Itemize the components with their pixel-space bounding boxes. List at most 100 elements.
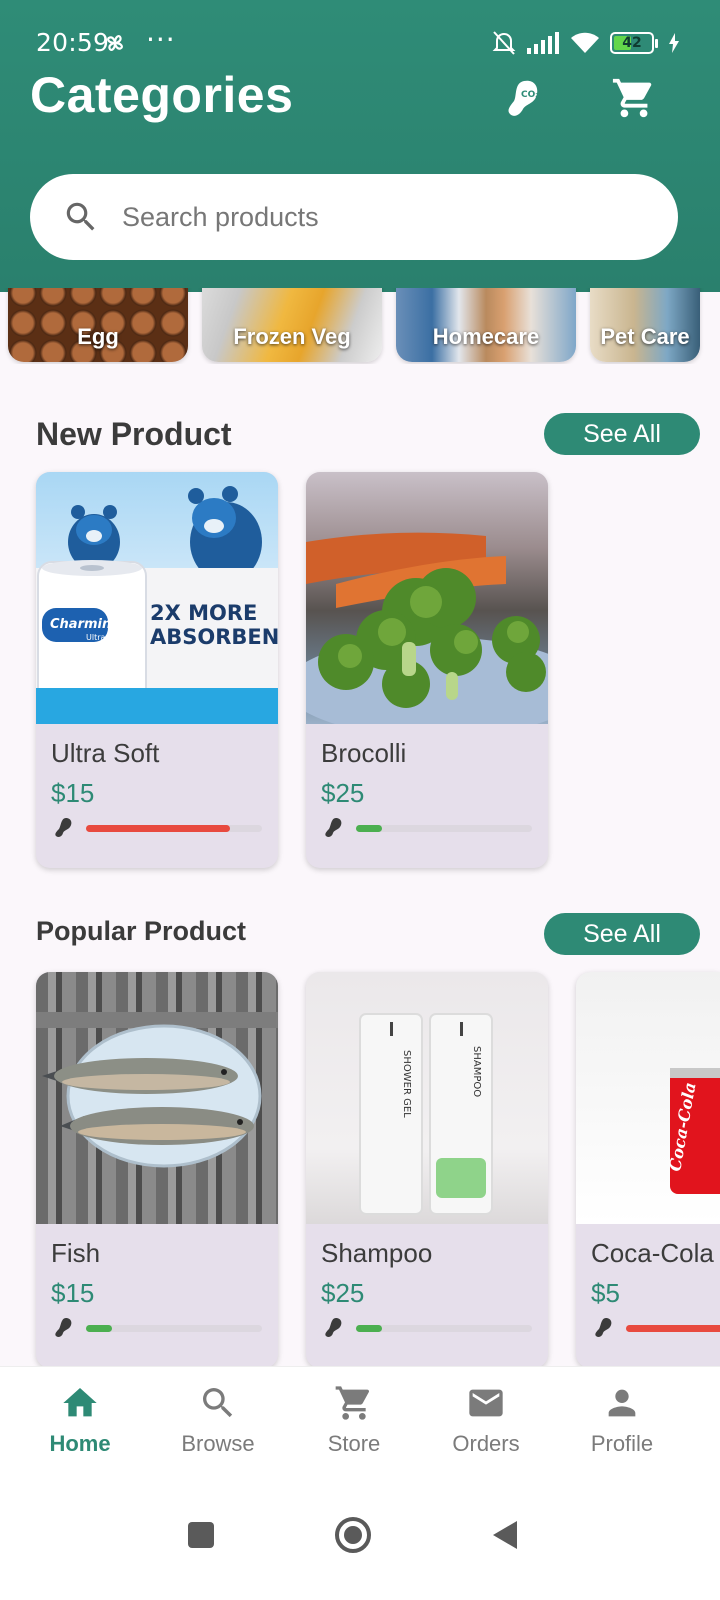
nav-label: Orders [452, 1431, 520, 1456]
battery-indicator: 42 [610, 32, 654, 54]
category-frozen-veg[interactable]: Frozen Veg [202, 288, 382, 362]
category-label: Pet Care [600, 324, 690, 349]
nav-label: Profile [590, 1431, 654, 1456]
co2-meter-fill [86, 825, 231, 832]
product-price: $25 [321, 778, 365, 808]
popular-product-see-all-button[interactable]: See All [544, 913, 700, 955]
brocolli-image [306, 532, 548, 724]
co2-meter-fill [626, 1325, 720, 1332]
footprint-icon [325, 1318, 342, 1337]
search-bar[interactable] [30, 174, 678, 260]
product-card-fish[interactable]: Fish $15 [36, 972, 278, 1368]
charmin-logo-text: Charmin [50, 617, 111, 632]
charging-icon [669, 33, 679, 53]
nav-item-orders[interactable]: Orders [426, 1383, 546, 1457]
status-time: 20:59 [36, 28, 110, 57]
search-input[interactable] [122, 201, 642, 233]
category-homecare[interactable]: Homecare [396, 288, 576, 362]
co2-meter [626, 1325, 720, 1332]
product-price: $15 [51, 778, 95, 808]
nav-label: Store [327, 1431, 381, 1456]
product-card-brocolli[interactable]: Brocolli $25 [306, 472, 548, 868]
co2-meter [356, 825, 532, 832]
new-product-see-all-button[interactable]: See All [544, 413, 700, 455]
category-egg[interactable]: Egg [8, 288, 188, 362]
shower-gel-label: SHOWER GEL [401, 1050, 412, 1118]
footprint-icon [595, 1318, 612, 1337]
back-button[interactable] [480, 1510, 530, 1560]
category-label: Egg [77, 324, 119, 349]
signal-icon [527, 32, 559, 54]
back-triangle-icon [493, 1521, 517, 1549]
shampoo-image: SHOWER GEL SHAMPOO [359, 1013, 493, 1215]
status-more-dots: ··· [146, 23, 176, 56]
co2-meter [86, 825, 262, 832]
circle-home-icon [335, 1517, 371, 1553]
category-label: Homecare [432, 324, 540, 349]
nav-item-home[interactable]: Home [20, 1383, 140, 1457]
footprint-icon [55, 1318, 72, 1337]
svg-text:CO₂: CO₂ [521, 90, 539, 100]
battery-level: 42 [622, 35, 642, 51]
co2-meter-fill [356, 1325, 383, 1332]
home-system-button[interactable] [328, 1510, 378, 1560]
co2-footprint-button[interactable]: CO₂ [494, 70, 550, 126]
product-name: Coca-Cola [591, 1238, 714, 1268]
cart-button[interactable] [606, 70, 662, 126]
product-price: $15 [51, 1278, 95, 1308]
status-bar: 20:59 ··· 42 [0, 22, 720, 62]
co2-meter [356, 1325, 532, 1332]
square-icon [188, 1522, 214, 1548]
wifi-icon [571, 32, 599, 53]
charmin-sub-text: Ultra Soft [86, 633, 124, 642]
bell-off-icon [492, 31, 516, 55]
product-image [36, 972, 278, 1224]
nav-label: Home [49, 1431, 111, 1456]
mail-icon [469, 1389, 503, 1417]
co2-footprint-icon: CO₂ [508, 80, 539, 116]
co2-meter [86, 1325, 262, 1332]
product-name: Shampoo [321, 1238, 433, 1268]
nav-item-profile[interactable]: Profile [562, 1383, 682, 1457]
pinwheel-icon [107, 35, 123, 51]
product-price: $25 [321, 1278, 365, 1308]
coca-cola-image: Coca-Cola [665, 1068, 720, 1194]
category-strip: Egg Frozen Veg Homecare Pet Care [0, 288, 720, 364]
co2-meter-fill [86, 1325, 113, 1332]
nav-item-store[interactable]: Store [294, 1383, 414, 1457]
system-navigation-bar [0, 1476, 720, 1600]
charmin-claim-line-1: 2X MORE [150, 601, 257, 625]
product-image: SHOWER GEL SHAMPOO [306, 972, 548, 1224]
charmin-ad-image: Charmin Ultra Soft 2X MORE ABSORBENT [36, 486, 278, 724]
footprint-icon [325, 818, 342, 837]
nav-label: Browse [181, 1431, 255, 1456]
co2-meter-fill [356, 825, 383, 832]
footprint-icon [55, 818, 72, 837]
shampoo-label: SHAMPOO [471, 1046, 482, 1097]
person-icon [608, 1389, 636, 1417]
recents-button[interactable] [176, 1510, 226, 1560]
cart-icon [612, 78, 652, 118]
charmin-claim-line-2: ABSORBENT [150, 625, 278, 649]
fish-image [36, 1012, 278, 1168]
app-header: 20:59 ··· 42 Categories CO₂ Search produ… [0, 0, 720, 292]
product-price: $5 [591, 1278, 620, 1308]
product-image: Charmin Ultra Soft 2X MORE ABSORBENT [36, 472, 278, 724]
new-product-title: New Product [36, 416, 232, 452]
nav-item-browse[interactable]: Browse [158, 1383, 278, 1457]
bottom-navigation: Home Browse Store Orders Profile [0, 1366, 720, 1476]
product-image: Coca-Cola [576, 972, 720, 1224]
home-icon [63, 1388, 97, 1417]
page-title: Categories [30, 67, 294, 123]
product-image [306, 472, 548, 724]
product-card-shampoo[interactable]: SHOWER GEL SHAMPOO Shampoo $25 [306, 972, 548, 1368]
cart-icon [335, 1386, 370, 1420]
search-icon [203, 1388, 233, 1418]
popular-product-title: Popular Product [36, 916, 247, 946]
product-card-coca-cola[interactable]: Coca-Cola Coca-Cola $5 [576, 972, 720, 1368]
product-card-ultra-soft[interactable]: Charmin Ultra Soft 2X MORE ABSORBENT Ult… [36, 472, 278, 868]
category-pet-care[interactable]: Pet Care [590, 288, 700, 362]
product-name: Brocolli [321, 738, 407, 768]
product-name: Fish [51, 1238, 101, 1268]
category-label: Frozen Veg [233, 324, 351, 349]
